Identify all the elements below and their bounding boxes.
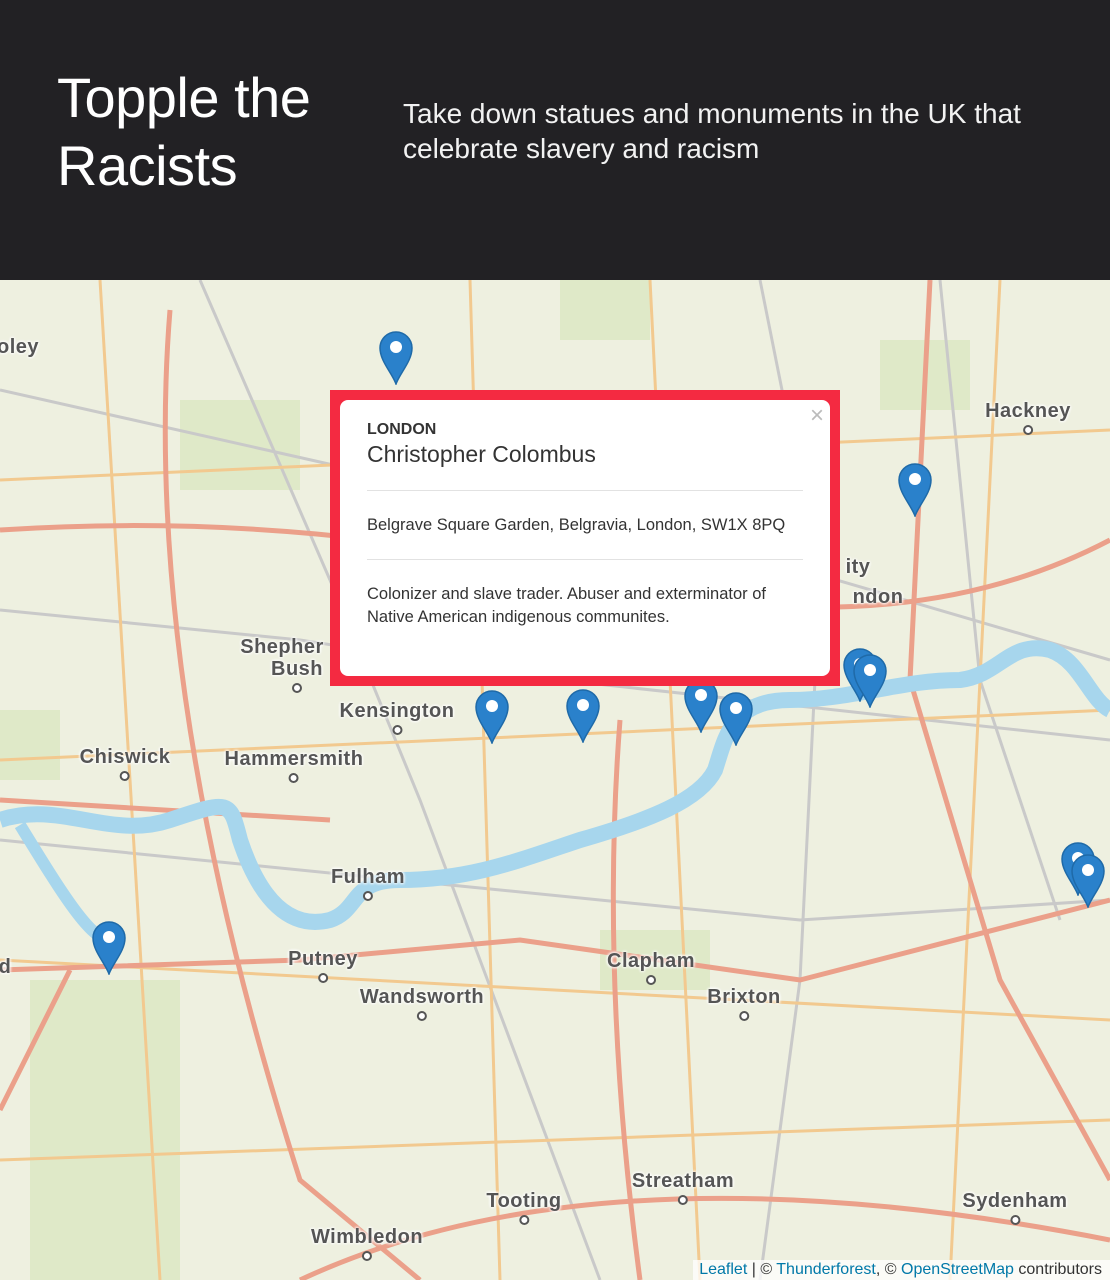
attribution-separator: , © xyxy=(875,1261,901,1278)
place-label: Shepher xyxy=(240,636,324,658)
leaflet-link[interactable]: Leaflet xyxy=(699,1261,747,1278)
place-label: ndon xyxy=(853,586,904,608)
place-label: d xyxy=(0,956,11,978)
place-label-text: Putney xyxy=(288,948,358,970)
place-label: Wandsworth xyxy=(360,986,484,1021)
place-dot-icon xyxy=(288,773,299,783)
place-dot-icon xyxy=(417,1011,427,1021)
map[interactable]: oley Hackney ity ndon Shepher Bush Kensington C… xyxy=(0,280,1110,1280)
place-label: Bush xyxy=(271,658,323,693)
place-label: Sydenham xyxy=(962,1190,1067,1225)
place-label: Tooting xyxy=(486,1190,561,1225)
place-dot-icon xyxy=(678,1195,688,1205)
place-dot-icon xyxy=(362,1251,372,1261)
popup-city: LONDON xyxy=(367,421,437,438)
place-label-text: Fulham xyxy=(330,866,406,888)
place-label: Hammersmith xyxy=(225,748,364,783)
site-title: Topple the Racists xyxy=(57,66,311,197)
place-label-text: Sydenham xyxy=(962,1190,1068,1212)
place-dot-icon xyxy=(518,1215,529,1225)
place-label: Fulham xyxy=(331,866,405,901)
place-label: oley xyxy=(0,336,39,358)
map-pin-icon[interactable] xyxy=(565,687,601,745)
marker-popup: × LONDON Christopher Colombus Belgrave S… xyxy=(330,390,840,686)
place-label-text: Shepher xyxy=(240,636,324,658)
place-dot-icon xyxy=(739,1011,749,1021)
place-label-text: Kensington xyxy=(339,700,455,722)
place-label-text: d xyxy=(0,956,12,978)
place-label-text: oley xyxy=(0,336,40,358)
place-label: Putney xyxy=(288,948,358,983)
place-label-text: Hackney xyxy=(985,400,1071,422)
attribution-contributors: contributors xyxy=(1013,1261,1102,1278)
place-label: ity xyxy=(846,556,871,578)
place-label-text: Hammersmith xyxy=(224,748,364,770)
map-pin-icon[interactable] xyxy=(474,688,510,746)
map-pin-icon[interactable] xyxy=(718,690,754,748)
place-dot-icon xyxy=(1010,1215,1020,1225)
place-label-text: Bush xyxy=(271,658,323,680)
place-dot-icon xyxy=(392,725,402,735)
place-dot-icon xyxy=(646,975,656,985)
place-dot-icon xyxy=(119,771,130,781)
place-label: Chiswick xyxy=(80,746,171,781)
popup-statue-name: Christopher Colombus xyxy=(367,441,596,467)
popup-close-button[interactable]: × xyxy=(810,402,824,430)
map-pin-icon[interactable] xyxy=(897,461,933,519)
map-pin-icon[interactable] xyxy=(852,652,888,710)
popup-divider xyxy=(367,559,803,560)
place-label-text: Brixton xyxy=(707,986,781,1008)
place-label-text: Streatham xyxy=(631,1170,735,1192)
popup-address: Belgrave Square Garden, Belgravia, Londo… xyxy=(367,516,786,534)
map-attribution: Leaflet | © Thunderforest, © OpenStreetM… xyxy=(693,1260,1110,1280)
map-pin-icon[interactable] xyxy=(1070,852,1106,910)
place-label-text: Clapham xyxy=(607,950,695,972)
place-label-text: Chiswick xyxy=(79,746,171,768)
attribution-separator: | © xyxy=(747,1261,777,1278)
place-dot-icon xyxy=(292,683,302,693)
place-label: Wimbledon xyxy=(311,1226,423,1261)
site-header: Topple the Racists Take down statues and… xyxy=(0,0,1110,280)
popup-content: × LONDON Christopher Colombus Belgrave S… xyxy=(340,400,830,676)
popup-divider xyxy=(367,490,803,491)
popup-description: Colonizer and slave trader. Abuser and e… xyxy=(367,585,766,626)
place-label: Clapham xyxy=(607,950,695,985)
place-label: Kensington xyxy=(340,700,455,735)
place-dot-icon xyxy=(318,973,328,983)
place-label-text: Wimbledon xyxy=(310,1226,424,1248)
place-label: Streatham xyxy=(632,1170,734,1205)
place-label: Brixton xyxy=(707,986,781,1021)
place-label-text: ndon xyxy=(852,586,904,608)
place-label-text: Wandsworth xyxy=(359,986,485,1008)
place-dot-icon xyxy=(1023,425,1033,435)
thunderforest-link[interactable]: Thunderforest xyxy=(776,1261,876,1278)
map-pin-icon[interactable] xyxy=(378,329,414,387)
place-dot-icon xyxy=(363,891,373,901)
place-label: Hackney xyxy=(985,400,1071,435)
map-pin-icon[interactable] xyxy=(91,919,127,977)
place-label-text: ity xyxy=(845,556,871,578)
site-tagline: Take down statues and monuments in the U… xyxy=(403,98,1021,164)
place-label-text: Tooting xyxy=(486,1190,562,1212)
openstreetmap-link[interactable]: OpenStreetMap xyxy=(901,1261,1014,1278)
